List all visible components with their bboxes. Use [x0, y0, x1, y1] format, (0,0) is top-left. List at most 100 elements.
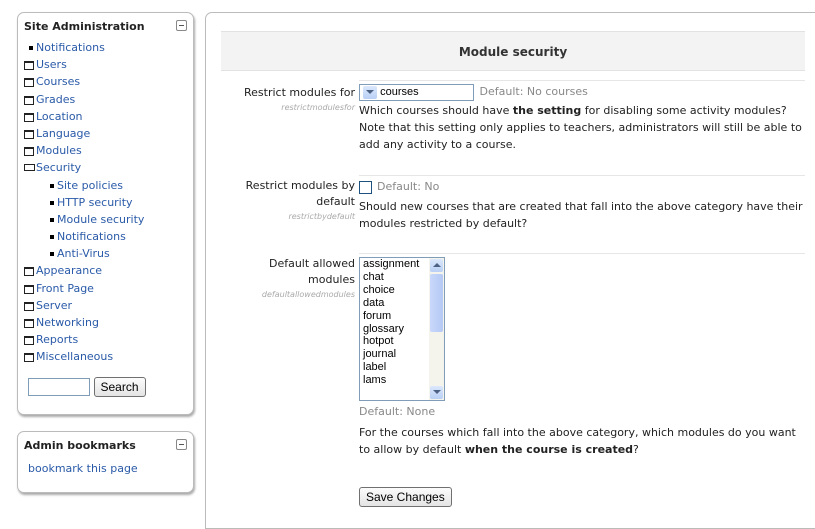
- sidebar-item-appearance[interactable]: Appearance: [24, 262, 144, 279]
- sidebar-item-label: Users: [36, 58, 67, 72]
- search-input[interactable]: [28, 378, 90, 396]
- folder-icon: [24, 353, 34, 363]
- restrict-modules-control-row: No courses Default: No courses: [359, 83, 809, 101]
- block-header: Admin bookmarks: [18, 432, 193, 456]
- sidebar-item-site-policies[interactable]: Site policies: [24, 177, 144, 194]
- folder-open-icon: [24, 164, 35, 172]
- scroll-up-icon[interactable]: [430, 259, 443, 272]
- restrict-modules-value: No courses Default: No courses Which cou…: [359, 83, 809, 153]
- sidebar-item-label: Site policies: [57, 178, 124, 192]
- restrict-modules-select[interactable]: No courses: [359, 83, 474, 101]
- restrict-default-control-row: Default: No: [359, 178, 809, 195]
- sidebar-item-label: Miscellaneous: [36, 350, 114, 364]
- restrict-default-name: restrictbydefault: [288, 212, 355, 221]
- restrict-default-checkbox[interactable]: [359, 180, 372, 194]
- search-row: Search: [28, 377, 146, 397]
- folder-icon: [24, 319, 34, 328]
- bookmark-this-page-link[interactable]: bookmark this page: [28, 462, 138, 475]
- sidebar-item-front-page[interactable]: Front Page: [24, 280, 144, 297]
- folder-icon: [24, 284, 34, 294]
- sidebar-item-language[interactable]: Language: [24, 125, 144, 142]
- sidebar-item-label: Modules: [36, 144, 82, 158]
- bullet-icon: [50, 200, 54, 205]
- allowed-modules-value: assignment chat choice data forum glossary hot…: [359, 257, 809, 507]
- folder-icon: [24, 61, 34, 71]
- block-title: Admin bookmarks: [24, 439, 136, 452]
- allowed-modules-listbox[interactable]: assignment chat choice data forum glossary hot…: [359, 257, 445, 401]
- sidebar-item-label: Module security: [57, 212, 145, 226]
- sidebar-item-security[interactable]: Security: [24, 159, 144, 176]
- restrict-modules-description: Which courses should have the setting fo…: [359, 102, 809, 153]
- sidebar-item-notifications[interactable]: Notifications: [24, 39, 144, 56]
- sidebar-item-location[interactable]: Location: [24, 108, 144, 125]
- restrict-default-description: Should new courses that are created that…: [359, 200, 803, 230]
- scroll-thumb[interactable]: [430, 274, 443, 332]
- admin-bookmarks-block: Admin bookmarks bookmark this page: [17, 431, 194, 493]
- sidebar-item-courses[interactable]: Courses: [24, 73, 144, 90]
- sidebar-item-users[interactable]: Users: [24, 56, 144, 73]
- sidebar-item-label: Courses: [36, 75, 81, 89]
- chevron-down-icon[interactable]: [363, 85, 377, 99]
- sidebar-item-label: Front Page: [36, 281, 94, 295]
- sidebar-item-label: Language: [36, 126, 91, 140]
- desc-bold: when the course is created: [464, 443, 634, 456]
- sidebar-item-label: Anti-Virus: [57, 247, 110, 261]
- sidebar-item-label: Appearance: [36, 264, 103, 278]
- default-note: Default: None: [359, 405, 436, 418]
- default-note: Default: No courses: [479, 85, 588, 98]
- restrict-default-value: Default: No Should new courses that are …: [359, 178, 809, 232]
- bullet-icon: [50, 217, 54, 222]
- heading-box: Module security: [221, 31, 805, 71]
- search-button[interactable]: Search: [93, 377, 146, 397]
- site-administration-block: Site Administration Notifications Users Co…: [17, 12, 194, 415]
- sidebar-item-notifications[interactable]: Notifications: [24, 228, 144, 245]
- folder-icon: [24, 336, 34, 346]
- allowed-modules-label-line2: modules: [308, 273, 355, 286]
- sidebar-item-server[interactable]: Server: [24, 297, 144, 314]
- sidebar-item-miscellaneous[interactable]: Miscellaneous: [24, 348, 144, 365]
- sidebar-item-label: Server: [36, 298, 73, 312]
- page-title: Module security: [458, 45, 568, 59]
- folder-icon: [24, 95, 34, 105]
- block-header: Site Administration: [18, 13, 193, 37]
- sidebar-item-label: Notifications: [36, 41, 105, 54]
- sidebar-item-modules[interactable]: Modules: [24, 142, 144, 159]
- sidebar-item-label: Networking: [36, 316, 99, 329]
- sidebar-item-grades[interactable]: Grades: [24, 91, 144, 108]
- folder-icon: [24, 78, 34, 88]
- restrict-modules-name: restrictmodulesfor: [281, 103, 355, 112]
- sidebar-item-label: Location: [36, 109, 83, 123]
- sidebar-item-http-security[interactable]: HTTP security: [24, 194, 144, 211]
- collapse-icon[interactable]: [176, 439, 187, 450]
- sidebar-item-module-security[interactable]: Module security: [24, 211, 144, 228]
- bullet-icon: [50, 252, 54, 257]
- save-changes-button[interactable]: Save Changes: [359, 487, 452, 507]
- block-title: Site Administration: [24, 20, 145, 33]
- collapse-icon[interactable]: [176, 20, 187, 31]
- folder-icon: [24, 129, 34, 139]
- sidebar-item-anti-virus[interactable]: Anti-Virus: [24, 245, 144, 262]
- sidebar-item-networking[interactable]: Networking: [24, 314, 144, 331]
- desc-text: Which courses should have: [359, 104, 513, 117]
- sidebar-item-reports[interactable]: Reports: [24, 331, 144, 348]
- sidebar-item-label: Reports: [36, 333, 79, 347]
- desc-bold: the setting: [512, 104, 582, 117]
- bullet-icon: [29, 46, 33, 50]
- scroll-down-icon[interactable]: [430, 386, 443, 399]
- divider: [359, 175, 805, 176]
- scrollbar[interactable]: [429, 258, 444, 400]
- sidebar-item-label: Security: [36, 161, 82, 175]
- sidebar-item-label: Grades: [36, 92, 76, 106]
- sidebar-item-label: Notifications: [57, 230, 126, 244]
- default-note: Default: No: [377, 180, 440, 193]
- bullet-icon: [50, 183, 54, 188]
- restrict-default-label-line2: default: [316, 195, 355, 208]
- allowed-modules-name: defaultallowedmodules: [261, 290, 355, 299]
- allowed-modules-label-line1: Default allowed: [268, 257, 355, 270]
- admin-tree: Notifications Users Courses Grades Location L…: [24, 39, 144, 366]
- restrict-default-label-line1: Restrict modules by: [245, 179, 355, 192]
- folder-icon: [24, 267, 34, 277]
- divider: [359, 80, 805, 81]
- main-content: Module security Restrict modules for res…: [205, 12, 815, 529]
- folder-icon: [24, 112, 34, 122]
